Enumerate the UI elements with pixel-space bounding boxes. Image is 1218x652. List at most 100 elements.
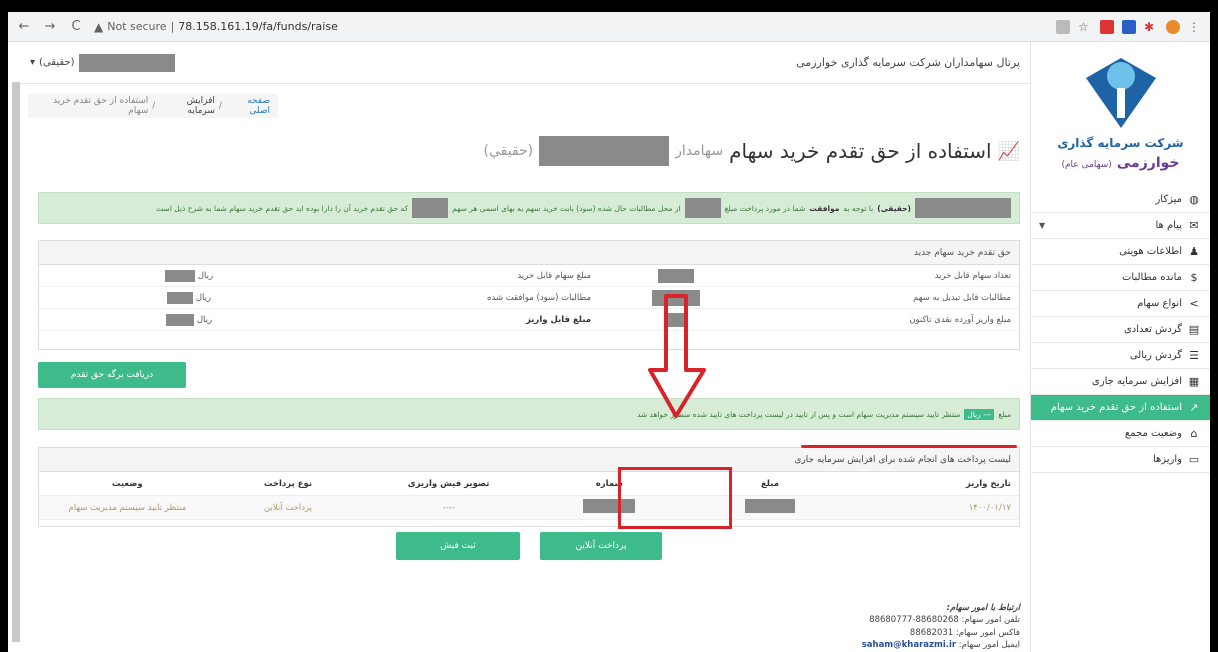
pdf-extension-icon[interactable]: [1100, 19, 1114, 34]
breadcrumb-home[interactable]: صفحه اصلی: [226, 96, 270, 116]
screenshot-frame: ← → C ▲ Not secure | 78.158.161.19/fa/fu…: [8, 12, 1210, 652]
info-label: مبلغ واریز آورده نقدی تاکنون: [909, 314, 1011, 325]
user-menu[interactable]: ▾ (حقیقی): [30, 53, 175, 72]
footer-phone: تلفن امور سهام: 88680268-88680777: [800, 614, 1020, 626]
redacted-shareholder-name: [539, 136, 670, 166]
company-logo-icon: [1085, 58, 1156, 128]
sidebar-item-balance[interactable]: مانده مطالبات $: [1031, 265, 1210, 291]
portal-title: پرتال سهامداران شرکت سرمایه گذاری خوارزم…: [796, 56, 1020, 69]
breadcrumb-raise[interactable]: افزایش سرمایه: [159, 96, 215, 116]
down-arrow-annotation-icon: [648, 294, 706, 418]
get-rights-sheet-button[interactable]: دریافت برگه حق تقدم: [38, 362, 186, 388]
column-header: تصویر فیش واریزی: [407, 478, 490, 489]
amount-badge: --- ریال: [964, 408, 995, 420]
email-link[interactable]: saham@kharazmi.ir: [862, 640, 956, 650]
not-secure-label: Not secure: [107, 20, 167, 33]
sidebar-item-label: مانده مطالبات: [1122, 272, 1182, 283]
highlight-box-annotation: [618, 467, 732, 529]
sidebar-item-label: گردش ریالی: [1129, 350, 1182, 361]
online-payment-button[interactable]: پرداخت آنلاین: [540, 532, 662, 560]
top-navbar: ▾ (حقیقی) پرتال سهامداران شرکت سرمایه گذ…: [20, 42, 1030, 84]
info-row: مبلغ واریز آورده نقدی تاکنون مبلغ قابل و…: [39, 309, 1019, 331]
page-content: ▾ (حقیقی) پرتال سهامداران شرکت سرمایه گذ…: [8, 42, 1210, 652]
back-button[interactable]: ←: [16, 19, 32, 34]
payments-panel: لیست پرداخت های انجام شده برای افزایش سر…: [38, 447, 1020, 527]
sidebar-item-label: انواع سهام: [1137, 298, 1182, 309]
alert-prefix: (حقیقی): [877, 203, 911, 213]
footer-fax: فاکس امور سهام: 88682031: [800, 627, 1020, 639]
fax-value: 88682031: [909, 627, 954, 638]
footer-email: ایمیل امور سهام: saham@kharazmi.ir: [800, 639, 1020, 651]
logo-legal: (سهامی عام): [1061, 159, 1112, 170]
chart-line-icon: 📈: [997, 140, 1020, 162]
currency-unit: ریال: [196, 314, 213, 325]
info-label: مطالبات (سود) موافقت شده: [487, 292, 591, 303]
redacted-value: [658, 268, 694, 283]
chevron-down-icon: ▾: [30, 57, 36, 68]
info-value: ریال: [47, 291, 331, 304]
breadcrumb-separator: /: [218, 101, 222, 111]
chevron-down-icon: ▼: [1039, 221, 1046, 230]
sidebar-item-label: وضعیت مجمع: [1124, 428, 1182, 439]
table-row[interactable]: ۱۴۰۰/۰۱/۱۷ ---- پرداخت آنلاین منتظر تایی…: [39, 496, 1019, 520]
extension-icon[interactable]: [1122, 19, 1136, 34]
translate-icon[interactable]: [1056, 19, 1070, 34]
address-bar[interactable]: ▲ Not secure | 78.158.161.19/fa/funds/ra…: [94, 20, 338, 34]
payments-heading: لیست پرداخت های انجام شده برای افزایش سر…: [39, 448, 1019, 472]
sidebar-item-capital-increase[interactable]: افزایش سرمایه جاری ▦: [1031, 369, 1210, 395]
redacted-price: [412, 198, 449, 218]
card-icon: ▭: [1188, 453, 1200, 466]
sidebar-item-label: اطلاعات هویتی: [1119, 246, 1182, 257]
redacted-amount: [684, 198, 721, 218]
alert-bold: موافقت: [809, 203, 840, 213]
reload-button[interactable]: C: [68, 19, 84, 34]
info-label: مبلغ قابل واریز: [525, 314, 591, 325]
puzzle-icon[interactable]: ✱: [1144, 20, 1158, 34]
info-value: [591, 268, 761, 283]
column-header: تاریخ واریز: [965, 478, 1011, 489]
sidebar-item-count-turnover[interactable]: گردش تعدادی ▤: [1031, 317, 1210, 343]
fax-label: فاکس امور سهام:: [955, 627, 1020, 638]
footer-title: ارتباط با امور سهام:: [946, 603, 1020, 613]
sidebar-item-messages[interactable]: ▼ پیام ها ✉: [1031, 213, 1210, 239]
info-label: تعداد سهام قابل خرید: [934, 270, 1011, 281]
sidebar-item-dashboard[interactable]: میزکار ◍: [1031, 187, 1210, 213]
alert-text-4: که حق تقدم خرید آن را دارا بوده اید حق ت…: [156, 203, 409, 213]
dollar-icon: $: [1190, 271, 1198, 284]
sidebar-item-label: واریزها: [1152, 454, 1182, 465]
redacted-value: [166, 291, 193, 304]
star-icon[interactable]: ☆: [1078, 20, 1092, 34]
profile-icon[interactable]: [1166, 19, 1180, 34]
sidebar-item-rial-turnover[interactable]: گردش ریالی ☰: [1031, 343, 1210, 369]
user-icon: ♟: [1189, 245, 1199, 258]
sidebar: شرکت سرمایه گذاری خوارزمی (سهامی عام) می…: [1030, 42, 1210, 652]
page-title-type: (حقيقي): [483, 143, 534, 159]
sidebar-item-label: پیام ها: [1155, 220, 1182, 231]
browser-toolbar: ← → C ▲ Not secure | 78.158.161.19/fa/fu…: [8, 12, 1210, 42]
share-icon: <: [1189, 297, 1199, 310]
info-row: تعداد سهام قابل خرید مبلغ سهام قابل خرید…: [39, 265, 1019, 287]
sidebar-item-deposits[interactable]: واریزها ▭: [1031, 447, 1210, 473]
cell-type: پرداخت آنلاین: [263, 502, 313, 513]
info-label: مطالبات قابل تبدیل به سهم: [913, 292, 1011, 303]
forward-button[interactable]: →: [42, 19, 58, 34]
alert-text-1: با توجه به: [843, 203, 874, 213]
sidebar-item-label: میزکار: [1155, 194, 1182, 205]
table-icon: ▤: [1188, 323, 1200, 336]
sidebar-item-identity[interactable]: اطلاعات هویتی ♟: [1031, 239, 1210, 265]
cell-image: ----: [442, 502, 455, 513]
cell-status: منتظر تایید سیستم مدیریت سهام: [68, 502, 187, 513]
breadcrumb: صفحه اصلی / افزایش سرمایه / استفاده از ح…: [28, 94, 278, 118]
dashboard-icon: ◍: [1189, 193, 1199, 206]
kebab-menu-icon[interactable]: ⋮: [1188, 20, 1202, 34]
scrollbar[interactable]: [12, 82, 20, 642]
sidebar-item-share-types[interactable]: انواع سهام <: [1031, 291, 1210, 317]
cell-date: ۱۴۰۰/۰۱/۱۷: [968, 502, 1011, 513]
preemptive-rights-panel: حق تقدم خرید سهام جدید تعداد سهام قابل خ…: [38, 240, 1020, 350]
calculator-icon: ▦: [1188, 375, 1200, 388]
url-divider: |: [170, 20, 175, 33]
redacted-amount: [744, 499, 795, 513]
register-receipt-button[interactable]: ثبت فیش: [396, 532, 520, 560]
sidebar-item-preemptive-rights[interactable]: استفاده از حق تقدم خرید سهام ↗: [1031, 395, 1210, 421]
sidebar-item-assembly-status[interactable]: وضعیت مجمع ⌂: [1031, 421, 1210, 447]
